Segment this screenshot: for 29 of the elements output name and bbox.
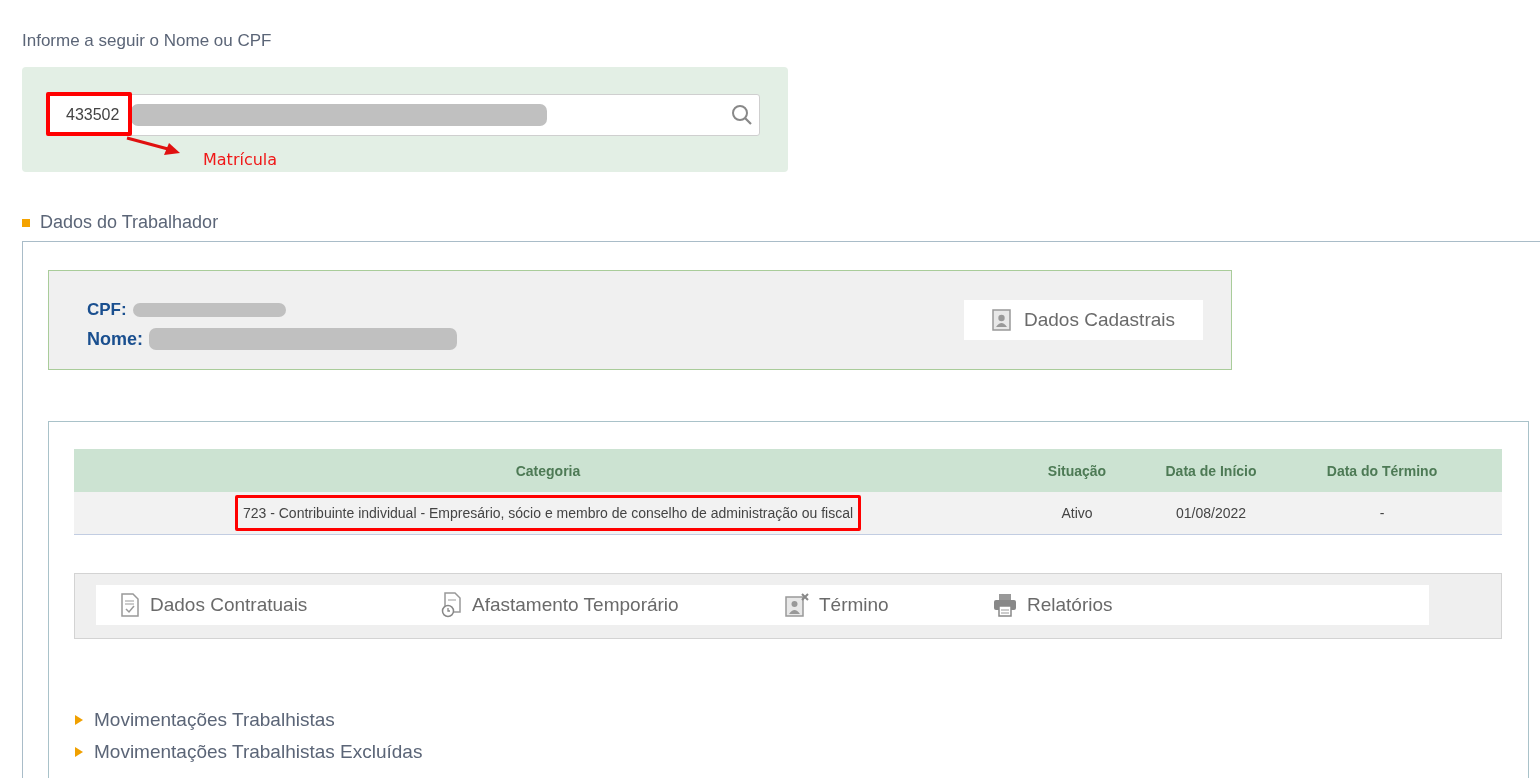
annotation-arrow [126, 136, 182, 156]
checked-document-icon [120, 593, 140, 617]
section-title: Dados do Trabalhador [40, 212, 219, 233]
registration-data-button[interactable]: Dados Cadastrais [964, 300, 1203, 340]
column-header: Data de Início [1164, 462, 1258, 479]
expandable-section[interactable]: Movimentações Trabalhistas Excluídas [74, 741, 1528, 763]
annotation-label: Matrícula [203, 150, 278, 169]
person-remove-icon [785, 593, 809, 617]
action-button[interactable]: Término [785, 593, 993, 617]
search-field[interactable]: 433502 [47, 94, 760, 136]
table-cell-text: Ativo [1060, 504, 1094, 523]
printer-icon [993, 593, 1017, 617]
action-button[interactable]: Relatórios [993, 593, 1113, 617]
table-cell-text: - [1378, 504, 1386, 523]
expandable-section[interactable]: Movimentações Trabalhistas [74, 709, 1528, 731]
profile-document-icon [992, 309, 1012, 331]
document-clock-icon [440, 592, 462, 618]
column-header: Data do Término [1325, 462, 1439, 479]
action-button[interactable]: Afastamento Temporário [440, 592, 785, 618]
action-button[interactable]: Dados Contratuais [120, 593, 440, 617]
table-cell-text: 01/08/2022 [1174, 504, 1248, 523]
bullet-icon [22, 218, 30, 227]
column-header: Categoria [514, 462, 582, 479]
table-cell: 723 - Contribuinte individual - Empresário, sócio e membro de conselho de administração ou fiscal [234, 495, 862, 531]
name-label: Nome: [87, 328, 143, 350]
search-prompt: Informe a seguir o Nome ou CPF [22, 31, 272, 51]
search-icon[interactable] [731, 104, 753, 126]
column-header: Situação [1046, 462, 1108, 479]
cpf-label: CPF: [87, 300, 127, 320]
